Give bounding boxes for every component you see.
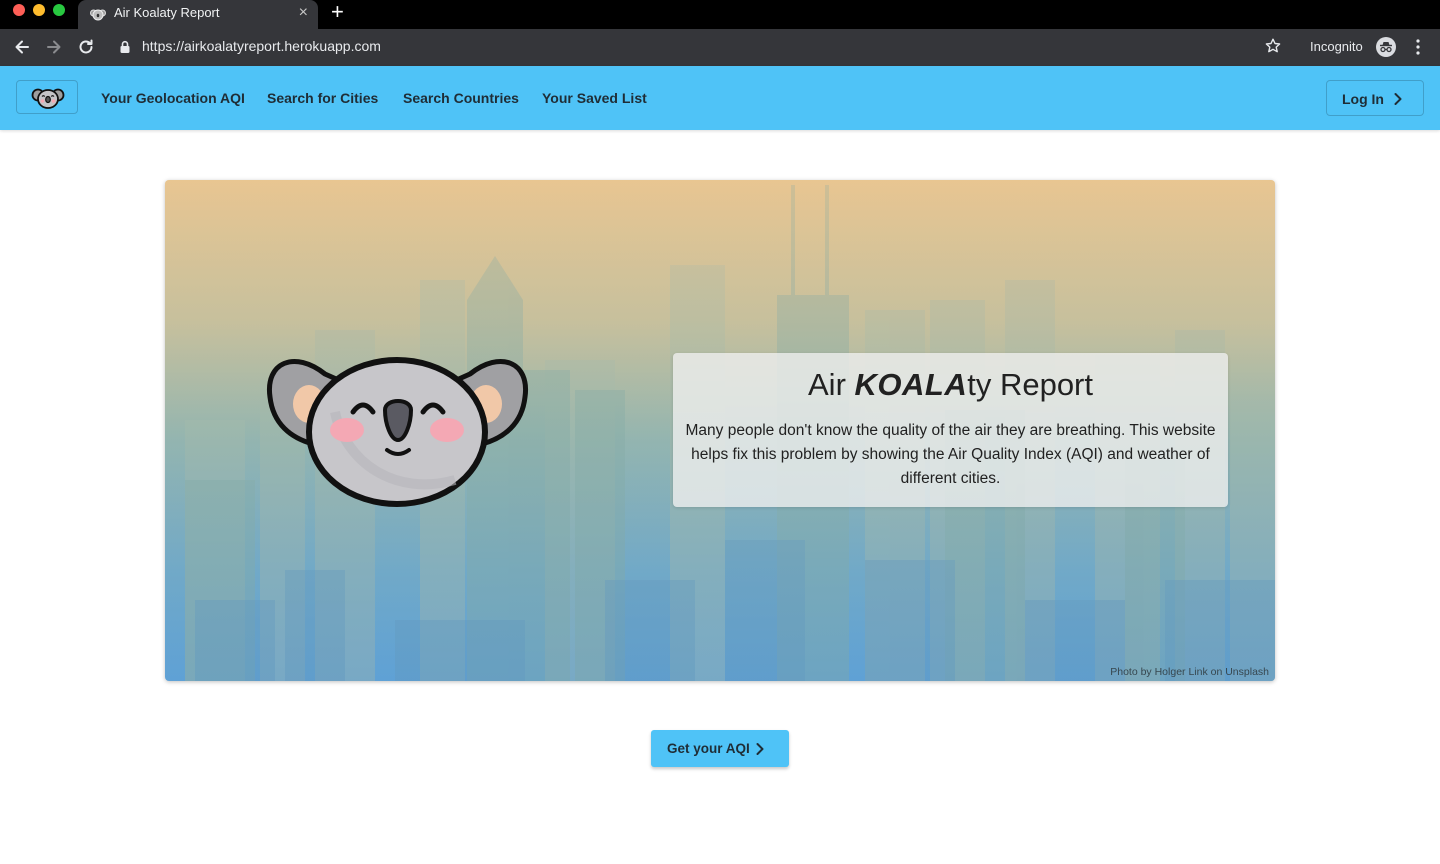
browser-tab[interactable]: Air Koalaty Report × [78, 0, 318, 29]
koala-face-illustration [266, 357, 529, 507]
nav-link-saved-list[interactable]: Your Saved List [542, 90, 647, 106]
address-bar[interactable]: https://airkoalatyreport.herokuapp.com [142, 38, 381, 54]
get-aqi-button[interactable]: Get your AQI [651, 730, 789, 767]
browser-tab-bar: Air Koalaty Report × + [0, 0, 1440, 29]
koala-logo-icon [31, 88, 65, 109]
home-logo-button[interactable] [16, 80, 78, 114]
koala-favicon-icon [90, 6, 106, 22]
forward-arrow-icon[interactable] [44, 37, 64, 57]
intro-card: Air KOALAty Report Many people don't kno… [673, 353, 1228, 507]
bookmark-star-icon[interactable] [1264, 37, 1282, 55]
title-accent: KOALA [854, 367, 968, 402]
browser-menu-icon[interactable] [1410, 38, 1426, 56]
maximize-window-button[interactable] [53, 4, 65, 16]
title-prefix: Air [808, 367, 855, 402]
get-aqi-label: Get your AQI [667, 741, 750, 756]
title-suffix: ty Report [967, 367, 1093, 402]
hero-description: Many people don't know the quality of th… [685, 422, 1216, 487]
lock-icon[interactable] [119, 40, 131, 54]
incognito-icon[interactable] [1375, 36, 1397, 58]
nav-link-geolocation-aqi[interactable]: Your Geolocation AQI [101, 90, 245, 106]
login-button[interactable]: Log In [1326, 80, 1424, 116]
hero-title: Air KOALAty Report [673, 367, 1228, 403]
tab-close-icon[interactable]: × [299, 3, 308, 23]
nav-link-search-countries[interactable]: Search Countries [403, 90, 519, 106]
site-navbar: Your Geolocation AQI Search for Cities S… [0, 66, 1440, 130]
reload-icon[interactable] [76, 37, 96, 57]
minimize-window-button[interactable] [33, 4, 45, 16]
browser-toolbar: https://airkoalatyreport.herokuapp.com I… [0, 29, 1440, 66]
hero-banner: Air KOALAty Report Many people don't kno… [165, 180, 1275, 681]
new-tab-button[interactable]: + [331, 1, 344, 23]
chevron-right-icon [1393, 91, 1403, 112]
tab-title: Air Koalaty Report [114, 5, 220, 20]
photo-credit[interactable]: Photo by Holger Link on Unsplash [1110, 666, 1269, 678]
nav-link-search-cities[interactable]: Search for Cities [267, 90, 378, 106]
back-arrow-icon[interactable] [12, 37, 32, 57]
login-label: Log In [1342, 91, 1384, 107]
incognito-label: Incognito [1310, 39, 1363, 54]
close-window-button[interactable] [13, 4, 25, 16]
chevron-right-icon [755, 741, 765, 762]
